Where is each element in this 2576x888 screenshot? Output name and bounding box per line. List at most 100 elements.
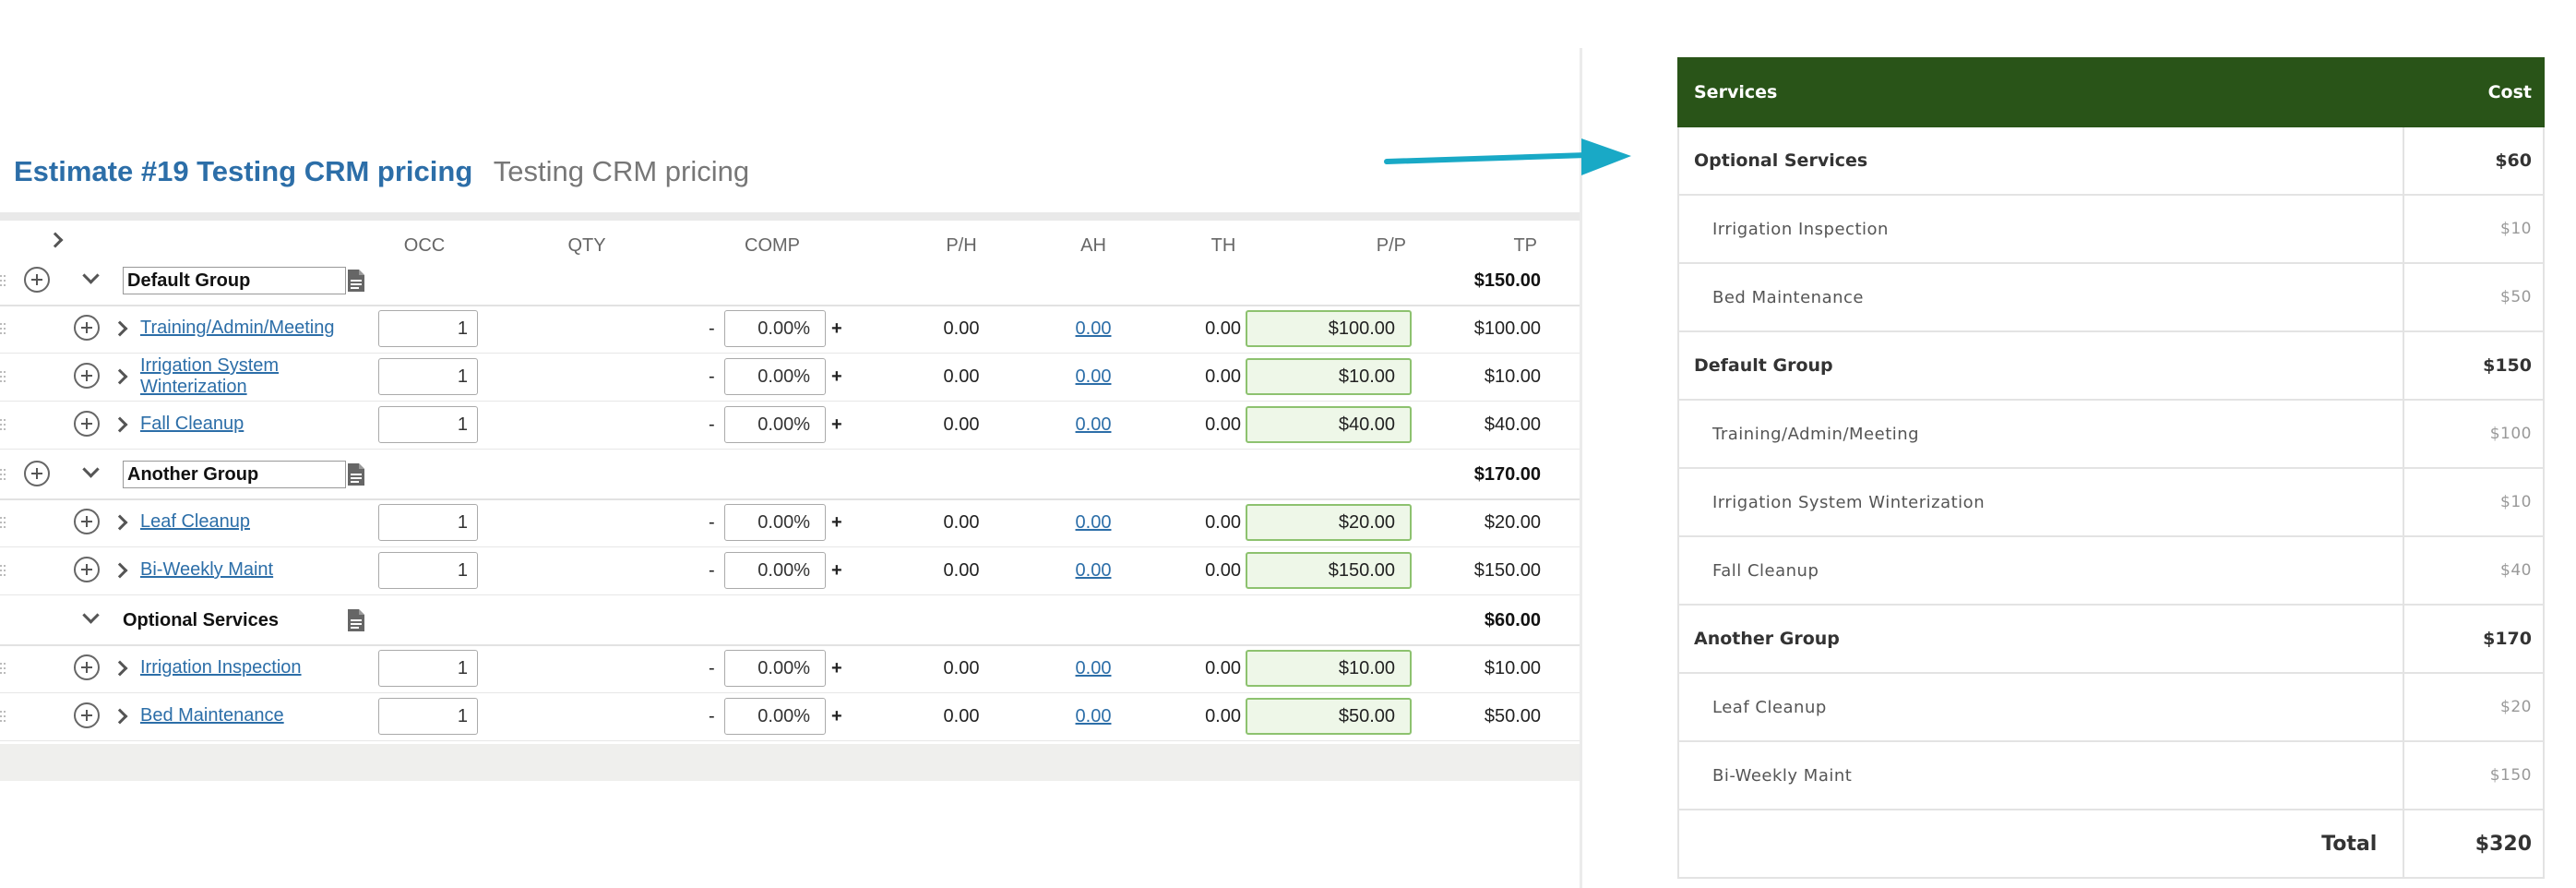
item-name-link[interactable]: Irrigation Inspection xyxy=(140,657,352,678)
occ-input[interactable]: 1 xyxy=(378,406,478,443)
group-name-input[interactable] xyxy=(123,267,346,294)
occ-input[interactable]: 1 xyxy=(378,358,478,395)
price-per-input[interactable]: $40.00 xyxy=(1246,406,1412,443)
drag-handle-icon[interactable] xyxy=(0,323,6,334)
add-subitem-plus-circle-icon[interactable] xyxy=(74,509,100,534)
expand-item-chevron-right-icon[interactable] xyxy=(112,368,128,385)
item-name-link[interactable]: Bi-Weekly Maint xyxy=(140,559,352,581)
comp-increment-button[interactable]: + xyxy=(831,706,842,727)
estimate-title[interactable]: Estimate #19 Testing CRM pricing xyxy=(14,155,472,187)
service-cost: $50 xyxy=(2403,262,2545,332)
price-per-input[interactable]: $10.00 xyxy=(1246,358,1412,395)
drag-handle-icon[interactable] xyxy=(0,275,6,286)
actual-hours-link[interactable]: 0.00 xyxy=(1076,560,1112,582)
comp-increment-button[interactable]: + xyxy=(831,366,842,388)
occ-input[interactable]: 1 xyxy=(378,504,478,541)
comp-input[interactable]: 0.00% xyxy=(724,406,826,443)
comp-decrement-button[interactable]: - xyxy=(709,512,715,534)
item-name-link[interactable]: Leaf Cleanup xyxy=(140,511,352,533)
occ-input[interactable]: 1 xyxy=(378,310,478,347)
occ-input[interactable]: 1 xyxy=(378,698,478,735)
drag-handle-icon[interactable] xyxy=(0,371,6,382)
price-per-input[interactable]: $100.00 xyxy=(1246,310,1412,347)
drag-handle-icon[interactable] xyxy=(0,711,6,722)
comp-input[interactable]: 0.00% xyxy=(724,698,826,735)
item-name-link[interactable]: Training/Admin/Meeting xyxy=(140,318,352,339)
service-name: Optional Services xyxy=(1676,126,2405,196)
service-name: Irrigation Inspection xyxy=(1676,194,2405,264)
add-item-plus-circle-icon[interactable] xyxy=(24,267,50,293)
expand-item-chevron-right-icon[interactable] xyxy=(112,708,128,725)
drag-handle-icon[interactable] xyxy=(0,469,6,480)
group-name-input[interactable] xyxy=(123,461,346,488)
drag-handle-icon[interactable] xyxy=(0,419,6,430)
service-cost: $150 xyxy=(2403,330,2545,401)
expand-item-chevron-right-icon[interactable] xyxy=(112,416,128,433)
comp-decrement-button[interactable]: - xyxy=(709,366,715,388)
comp-decrement-button[interactable]: - xyxy=(709,318,715,340)
service-name: Irrigation System Winterization xyxy=(1676,467,2405,537)
services-item-row: Bed Maintenance $50 xyxy=(1676,262,2545,332)
item-name-link[interactable]: Fall Cleanup xyxy=(140,414,352,435)
price-per-input[interactable]: $50.00 xyxy=(1246,698,1412,735)
price-per-input[interactable]: $150.00 xyxy=(1246,552,1412,589)
comp-input[interactable]: 0.00% xyxy=(724,358,826,395)
item-total-price: $20.00 xyxy=(1484,512,1541,533)
expand-item-chevron-right-icon[interactable] xyxy=(112,660,128,677)
comp-increment-button[interactable]: + xyxy=(831,512,842,534)
actual-hours-link[interactable]: 0.00 xyxy=(1076,706,1112,727)
comp-decrement-button[interactable]: - xyxy=(709,658,715,679)
add-subitem-plus-circle-icon[interactable] xyxy=(74,363,100,389)
expand-item-chevron-right-icon[interactable] xyxy=(112,514,128,531)
add-subitem-plus-circle-icon[interactable] xyxy=(74,654,100,680)
comp-increment-button[interactable]: + xyxy=(831,318,842,340)
comp-decrement-button[interactable]: - xyxy=(709,706,715,727)
item-name-link[interactable]: Bed Maintenance xyxy=(140,705,352,726)
expand-item-chevron-right-icon[interactable] xyxy=(112,562,128,579)
service-cost: $100 xyxy=(2403,399,2545,469)
services-table-header: Services Cost xyxy=(1676,57,2545,127)
comp-input[interactable]: 0.00% xyxy=(724,504,826,541)
comp-decrement-button[interactable]: - xyxy=(709,560,715,582)
collapse-group-chevron-down-icon[interactable] xyxy=(82,267,100,284)
actual-hours-link[interactable]: 0.00 xyxy=(1076,366,1112,388)
comp-increment-button[interactable]: + xyxy=(831,414,842,436)
add-subitem-plus-circle-icon[interactable] xyxy=(74,702,100,728)
item-row: Leaf Cleanup 1-0.00% +0.00 0.00 0.00 $20.00 $2… xyxy=(0,498,1580,547)
drag-handle-icon[interactable] xyxy=(0,565,6,576)
comp-increment-button[interactable]: + xyxy=(831,560,842,582)
comp-input[interactable]: 0.00% xyxy=(724,310,826,347)
item-name-link[interactable]: Irrigation System Winterization xyxy=(140,355,352,398)
actual-hours-link[interactable]: 0.00 xyxy=(1076,512,1112,534)
actual-hours-link[interactable]: 0.00 xyxy=(1076,658,1112,679)
collapse-group-chevron-down-icon[interactable] xyxy=(82,606,100,624)
add-item-plus-circle-icon[interactable] xyxy=(24,461,50,486)
occ-input[interactable]: 1 xyxy=(378,552,478,589)
comp-input[interactable]: 0.00% xyxy=(724,650,826,687)
comp-input[interactable]: 0.00% xyxy=(724,552,826,589)
comp-increment-button[interactable]: + xyxy=(831,658,842,679)
services-group-row: Default Group $150 xyxy=(1676,330,2545,401)
service-name: Training/Admin/Meeting xyxy=(1676,399,2405,469)
comp-decrement-button[interactable]: - xyxy=(709,414,715,436)
drag-handle-icon[interactable] xyxy=(0,663,6,674)
item-total-price: $50.00 xyxy=(1484,706,1541,726)
collapse-group-chevron-down-icon[interactable] xyxy=(82,461,100,478)
expand-item-chevron-right-icon[interactable] xyxy=(112,320,128,337)
occ-input[interactable]: 1 xyxy=(378,650,478,687)
price-per-hour: 0.00 xyxy=(943,658,980,678)
price-per-input[interactable]: $20.00 xyxy=(1246,504,1412,541)
drag-handle-icon[interactable] xyxy=(0,517,6,528)
services-item-row: Irrigation Inspection $10 xyxy=(1676,194,2545,264)
add-subitem-plus-circle-icon[interactable] xyxy=(74,315,100,341)
total-value: $320 xyxy=(2403,809,2545,879)
actual-hours-link[interactable]: 0.00 xyxy=(1076,318,1112,340)
document-icon[interactable] xyxy=(346,608,366,632)
price-per-input[interactable]: $10.00 xyxy=(1246,650,1412,687)
add-subitem-plus-circle-icon[interactable] xyxy=(74,557,100,582)
add-subitem-plus-circle-icon[interactable] xyxy=(74,411,100,437)
document-icon[interactable] xyxy=(346,462,366,486)
document-icon[interactable] xyxy=(346,269,366,293)
group-row: $150.00 xyxy=(0,257,1580,306)
actual-hours-link[interactable]: 0.00 xyxy=(1076,414,1112,436)
